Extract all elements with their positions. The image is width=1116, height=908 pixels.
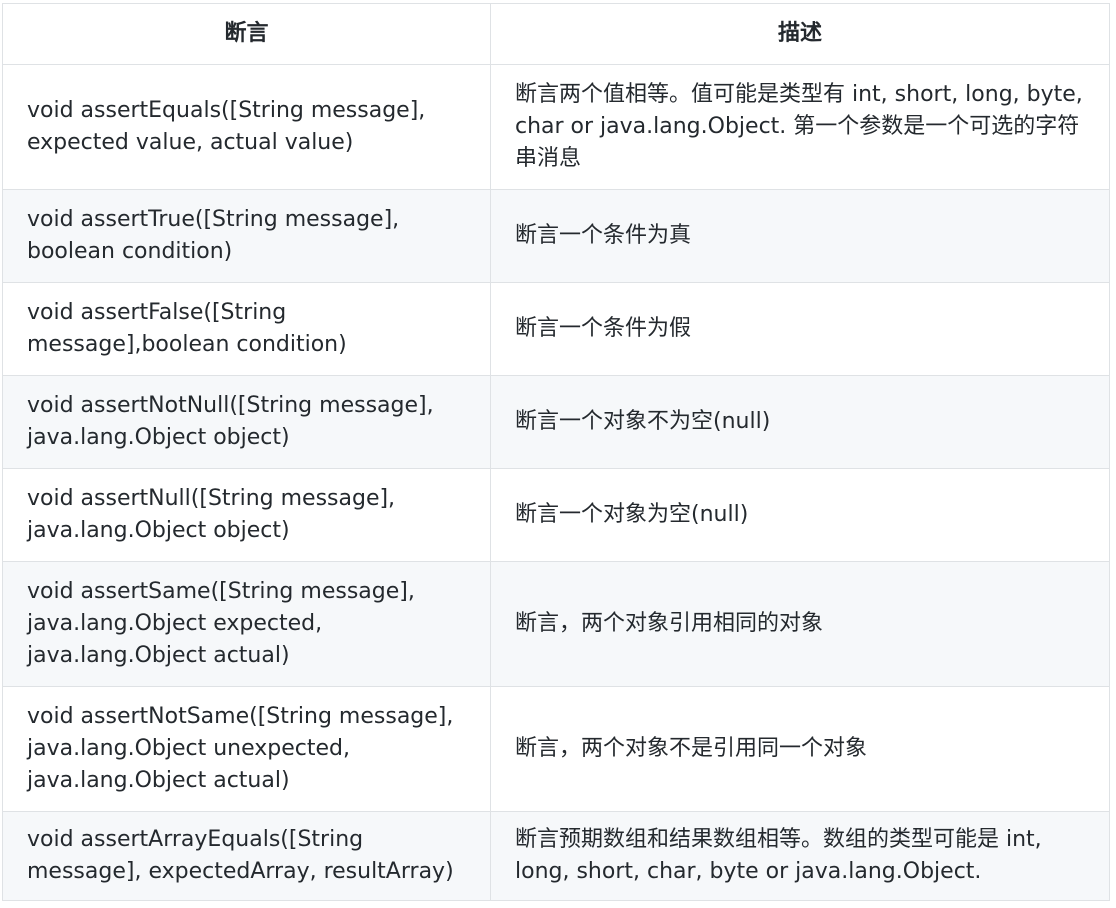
description-cell: 断言一个对象不为空(null) (490, 375, 1110, 469)
table-row: void assertNull([String message], java.l… (2, 468, 1110, 562)
description-cell: 断言，两个对象不是引用同一个对象 (490, 686, 1110, 812)
description-cell: 断言一个条件为真 (490, 189, 1110, 283)
assert-methods-table-wrapper: 断言 描述 void assertEquals([String message]… (2, 3, 1110, 901)
table-row: void assertNotNull([String message], jav… (2, 375, 1110, 469)
method-cell: void assertNotSame([String message], jav… (2, 686, 491, 812)
method-cell: void assertFalse([String message],boolea… (2, 282, 491, 376)
assert-methods-table: 断言 描述 void assertEquals([String message]… (2, 3, 1110, 901)
header-description: 描述 (490, 3, 1110, 65)
table-header-row: 断言 描述 (2, 3, 1110, 65)
method-cell: void assertSame([String message], java.l… (2, 561, 491, 687)
table-row: void assertNotSame([String message], jav… (2, 686, 1110, 812)
table-row: void assertArrayEquals([String message],… (2, 811, 1110, 901)
table-row: void assertTrue([String message], boolea… (2, 189, 1110, 283)
method-cell: void assertArrayEquals([String message],… (2, 811, 491, 901)
method-cell: void assertEquals([String message], expe… (2, 64, 491, 190)
method-cell: void assertNotNull([String message], jav… (2, 375, 491, 469)
description-cell: 断言两个值相等。值可能是类型有 int, short, long, byte, … (490, 64, 1110, 190)
table-row: void assertFalse([String message],boolea… (2, 282, 1110, 376)
description-cell: 断言一个条件为假 (490, 282, 1110, 376)
description-cell: 断言一个对象为空(null) (490, 468, 1110, 562)
table-row: void assertSame([String message], java.l… (2, 561, 1110, 687)
method-cell: void assertNull([String message], java.l… (2, 468, 491, 562)
description-cell: 断言预期数组和结果数组相等。数组的类型可能是 int, long, short,… (490, 811, 1110, 901)
method-cell: void assertTrue([String message], boolea… (2, 189, 491, 283)
header-assertion: 断言 (2, 3, 491, 65)
table-row: void assertEquals([String message], expe… (2, 64, 1110, 190)
description-cell: 断言，两个对象引用相同的对象 (490, 561, 1110, 687)
